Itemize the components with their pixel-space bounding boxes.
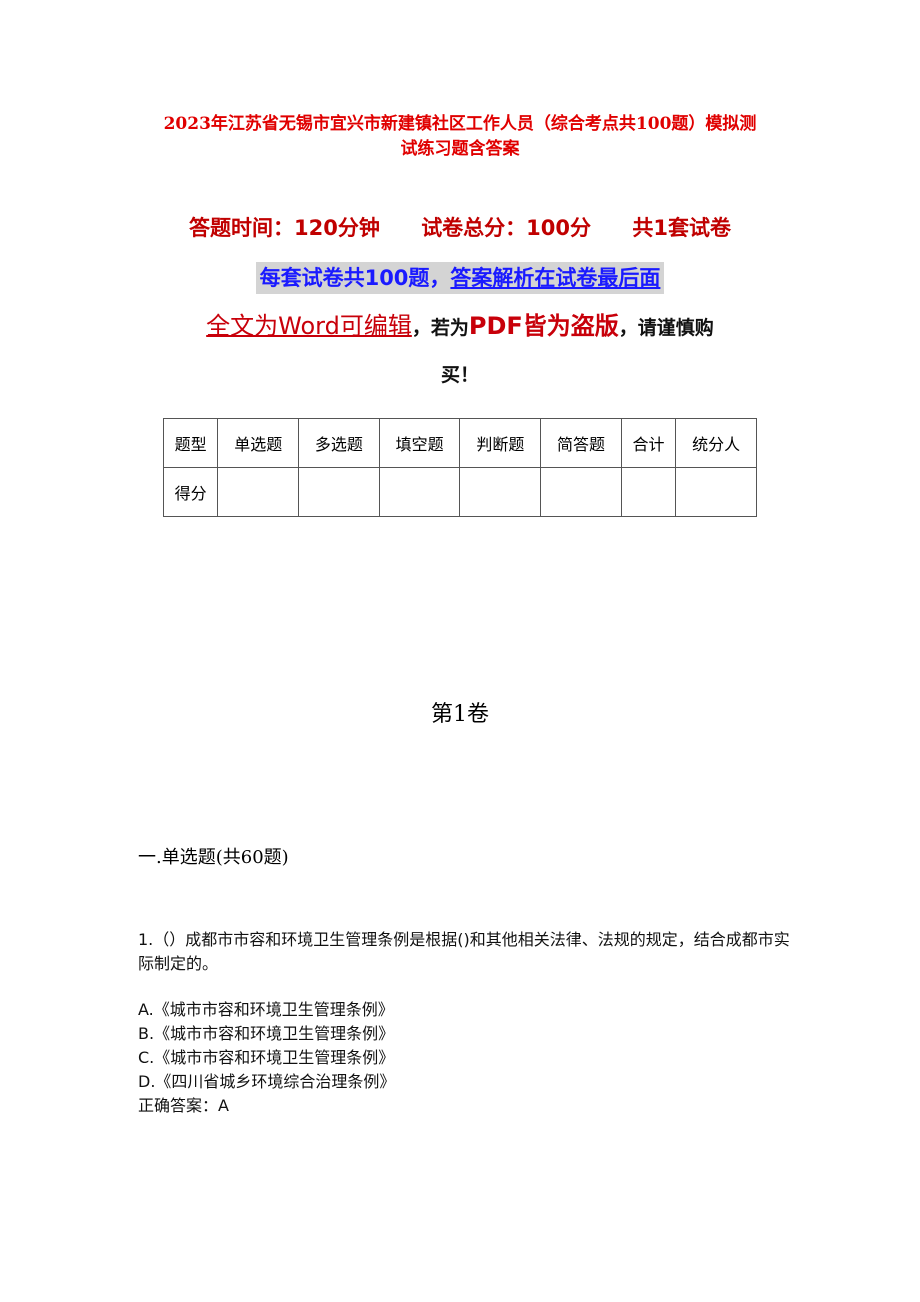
notice-part-2: 答案解析在试卷最后面 [450,266,661,290]
row-label-cell: 得分 [162,467,219,517]
option-c: C.《城市市容和环境卫生管理条例》 [138,1048,395,1067]
header-cell: 简答题 [540,418,622,468]
word-editable-notice: 全文为Word可编辑，若为PDF皆为盗版，请谨慎购 [0,308,920,346]
title-line-1: 2023年江苏省无锡市宜兴市新建镇社区工作人员（综合考点共100题）模拟测 [163,114,757,134]
notice-line: 每套试卷共100题，答案解析在试卷最后面 [0,262,920,294]
option-b: B.《城市市容和环境卫生管理条例》 [138,1024,395,1043]
question-options: A.《城市市容和环境卫生管理条例》 B.《城市市容和环境卫生管理条例》 C.《城… [138,998,395,1118]
volume-heading: 第1卷 [431,702,489,727]
header-cell: 多选题 [298,418,380,468]
score-cell [298,467,380,517]
score-cell [217,467,300,517]
score-cell [459,467,542,517]
question-text: 1.（）成都市市容和环境卫生管理条例是根据()和其他相关法律、法规的规定，结合成… [138,930,790,973]
caution-text: ，请谨慎购 [618,317,714,339]
title-line-2: 试练习题含答案 [400,139,520,159]
score-cell [540,467,622,517]
buy-text: 买！ [440,364,479,386]
correct-answer: 正确答案：A [138,1096,229,1115]
score-table-score-row: 得分 [162,467,757,517]
score-cell [620,467,677,517]
notice-box: 每套试卷共100题，答案解析在试卷最后面 [255,262,665,294]
exam-total-score: 试卷总分：100分 [421,216,592,240]
header-cell: 题型 [162,418,219,468]
option-a: A.《城市市容和环境卫生管理条例》 [138,1000,394,1019]
score-table: 题型 单选题 多选题 填空题 判断题 简答题 合计 统分人 得分 [162,418,757,517]
exam-time: 答题时间：120分钟 [189,216,380,240]
score-cell [378,467,461,517]
option-d: D.《四川省城乡环境综合治理条例》 [138,1072,396,1091]
pdf-piracy-text: PDF皆为盗版 [468,312,619,340]
header-cell: 统分人 [675,418,757,468]
header-cell: 判断题 [459,418,542,468]
score-cell [675,467,757,517]
header-cell: 单选题 [217,418,300,468]
header-cell: 填空题 [378,418,461,468]
if-text: 若为 [430,317,469,339]
score-table-header-row: 题型 单选题 多选题 填空题 判断题 简答题 合计 统分人 [162,418,757,468]
comma: ， [411,317,431,339]
section-heading: 一.单选题(共60题) [138,847,289,868]
notice-part-1: 每套试卷共100题， [259,266,451,290]
exam-set-count: 共1套试卷 [632,216,731,240]
header-cell: 合计 [620,418,677,468]
word-editable-text: 全文为Word可编辑 [206,312,412,340]
exam-meta: 答题时间：120分钟 试卷总分：100分 共1套试卷 [0,212,920,242]
document-title: 2023年江苏省无锡市宜兴市新建镇社区工作人员（综合考点共100题）模拟测 试练… [120,112,800,162]
